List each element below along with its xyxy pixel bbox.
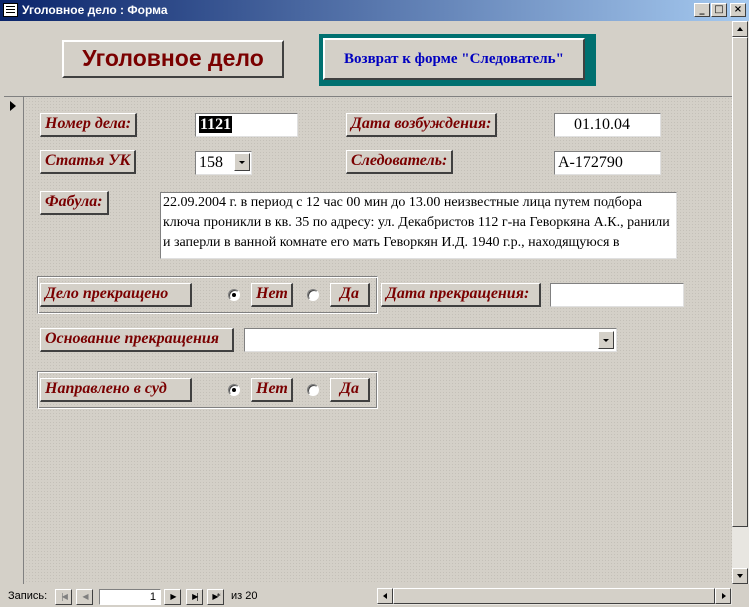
criminal-code-article-value: 158 — [199, 154, 223, 171]
back-to-investigator-button[interactable]: Возврат к форме "Следователь" — [323, 38, 585, 80]
terminated-yes-radio[interactable] — [307, 289, 319, 301]
record-label: Запись: — [8, 590, 48, 602]
terminated-no-label[interactable]: Нет — [251, 283, 293, 307]
scroll-left-icon[interactable] — [377, 588, 393, 604]
terminated-yes-label[interactable]: Да — [330, 283, 370, 307]
court-yes-label[interactable]: Да — [330, 378, 370, 402]
minimize-button[interactable]: _ — [694, 3, 710, 17]
close-button[interactable]: × — [730, 3, 746, 17]
size-grip[interactable] — [732, 588, 749, 605]
scroll-up-icon[interactable] — [732, 21, 748, 37]
record-selector[interactable] — [4, 97, 24, 584]
next-record-button[interactable]: ▶ — [164, 589, 181, 605]
initiation-date-field[interactable]: 01.10.04 — [554, 113, 661, 137]
termination-basis-combo[interactable] — [244, 328, 617, 352]
horizontal-scroll-thumb[interactable] — [393, 588, 715, 604]
termination-basis-label: Основание прекращения — [40, 328, 234, 352]
scroll-right-icon[interactable] — [715, 588, 731, 604]
new-record-button[interactable]: ▶* — [207, 589, 224, 605]
form-icon[interactable] — [3, 3, 18, 17]
investigator-field[interactable]: А-172790 — [554, 151, 661, 175]
case-number-label: Номер дела: — [40, 113, 138, 137]
window-title: Уголовное дело : Форма — [22, 3, 168, 17]
court-no-radio[interactable] — [228, 384, 240, 396]
article-dropdown-icon[interactable] — [234, 153, 250, 171]
vertical-scroll-thumb[interactable] — [732, 37, 748, 527]
record-total: из 20 — [231, 590, 258, 602]
initiation-date-label: Дата возбуждения: — [346, 113, 498, 137]
investigator-label: Следователь: — [346, 150, 454, 174]
scroll-down-icon[interactable] — [732, 568, 748, 584]
case-terminated-label: Дело прекращено — [40, 283, 192, 307]
fabula-label: Фабула: — [40, 191, 109, 215]
court-yes-radio[interactable] — [307, 384, 319, 396]
court-no-label[interactable]: Нет — [251, 378, 293, 402]
case-number-field[interactable]: 1121 — [195, 113, 298, 137]
current-record-input[interactable]: 1 — [99, 589, 161, 605]
previous-record-button[interactable]: ◀ — [76, 589, 93, 605]
termination-date-field[interactable] — [550, 283, 684, 307]
first-record-button[interactable]: |◀ — [55, 589, 72, 605]
terminated-no-radio[interactable] — [228, 289, 240, 301]
last-record-button[interactable]: ▶| — [186, 589, 203, 605]
restore-button[interactable]: □ — [711, 3, 727, 17]
sent-to-court-label: Направлено в суд — [40, 378, 192, 402]
fabula-textarea[interactable]: 22.09.2004 г. в период с 12 час 00 мин д… — [160, 192, 677, 259]
basis-dropdown-icon[interactable] — [598, 331, 614, 349]
form-title-button[interactable]: Уголовное дело — [62, 40, 284, 78]
current-record-arrow-icon — [10, 101, 16, 111]
case-number-value: 1121 — [199, 116, 233, 133]
termination-date-label: Дата прекращения: — [381, 283, 541, 307]
criminal-code-article-label: Статья УК — [40, 150, 137, 174]
